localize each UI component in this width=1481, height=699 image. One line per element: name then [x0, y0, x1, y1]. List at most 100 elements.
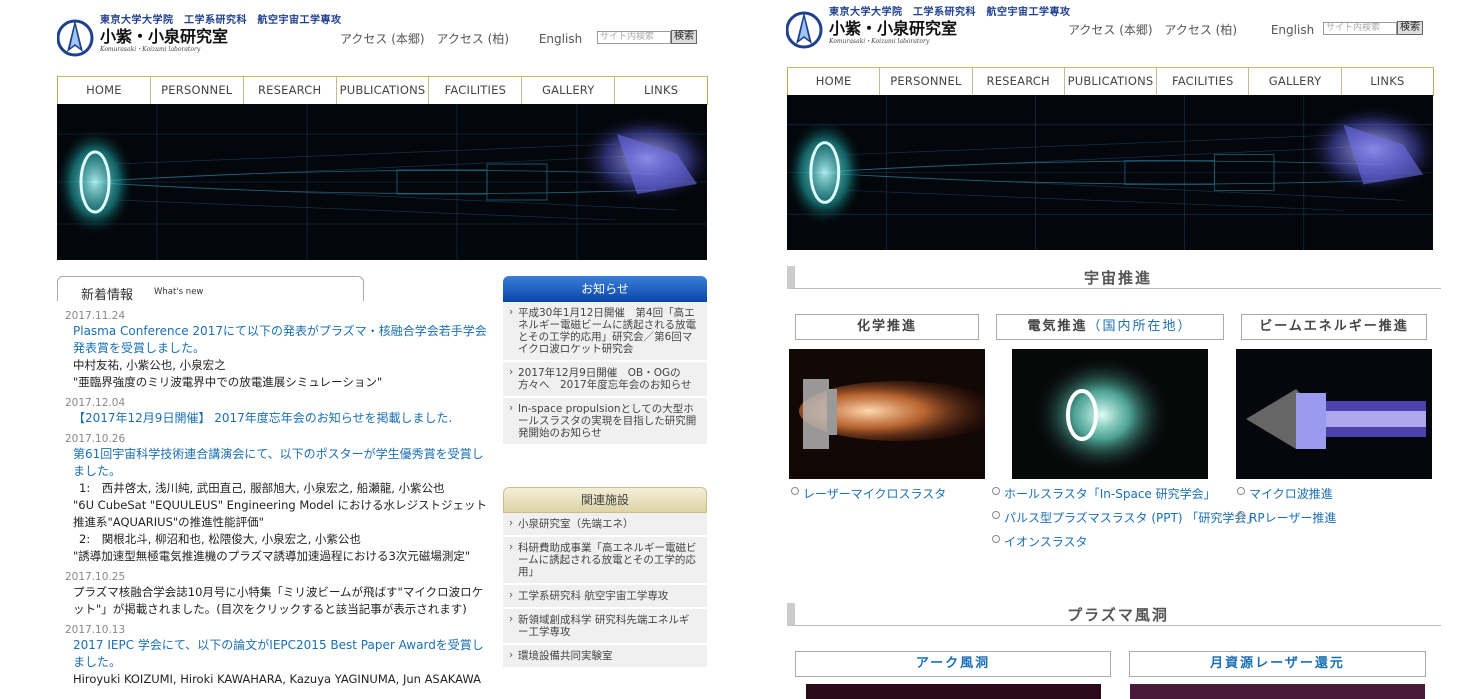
research-link[interactable]: パルス型プラズマスラスタ (PPT) 「研究学会」	[992, 509, 1258, 526]
nav-home[interactable]: HOME	[58, 77, 151, 104]
nav-research[interactable]: RESEARCH	[244, 77, 337, 104]
lab-emblem-icon	[785, 8, 826, 52]
access-kashiwa-link[interactable]: アクセス (柏)	[1164, 23, 1237, 37]
news-date: 2017.12.04	[65, 397, 126, 409]
category-label: 化学推進	[856, 319, 917, 334]
research-link[interactable]: イオンスラスタ	[992, 533, 1088, 550]
news-date: 2017.10.13	[65, 624, 126, 636]
related-title: 関連施設	[503, 487, 707, 513]
bullet-icon	[1237, 487, 1245, 495]
research-link[interactable]: レーザーマイクロスラスタ	[791, 485, 946, 502]
news-text: 1: 西井啓太, 浅川純, 武田直己, 服部旭大, 小泉宏之, 船瀬龍, 小紫公…	[79, 481, 445, 495]
category-label: アーク風洞	[915, 656, 991, 671]
news-text: "亜臨界強度のミリ波電界中での放電進展シミュレーション"	[73, 375, 383, 389]
section-space-propulsion: 宇宙推進	[787, 266, 1441, 289]
nav-gallery[interactable]: GALLERY	[1249, 68, 1342, 95]
nav-facilities[interactable]: FACILITIES	[1157, 68, 1250, 95]
left-page-view: 東京大学大学院 工学系研究科 航空宇宙工学専攻 小紫・小泉研究室 Komuras…	[0, 0, 740, 699]
nav-links[interactable]: LINKS	[1342, 68, 1433, 95]
nav-links[interactable]: LINKS	[615, 77, 707, 104]
hero-banner	[787, 95, 1433, 250]
category-label: 電気推進	[1027, 319, 1088, 334]
news-text[interactable]: プラズマ核融合学会誌10月号に小特集「ミリ波ビームが飛ばす"マイクロ波ロケット"…	[65, 584, 490, 618]
section-title: プラズマ風洞	[1067, 606, 1169, 624]
bullet-icon	[992, 511, 1000, 519]
logo-roman: Komurasaki・Koizumi laboratory	[829, 38, 930, 45]
section-title: 宇宙推進	[1083, 269, 1152, 287]
news-date: 2017.10.25	[65, 571, 126, 583]
search-input[interactable]: サイト内検索	[597, 30, 671, 44]
whats-new-tab: 新着情報 What's new	[57, 276, 364, 303]
category-chemical: 化学推進	[795, 314, 979, 340]
news-text: "6U CubeSat "EQUULEUS" Engineering Model…	[73, 498, 487, 529]
category-electric: 電気推進（国内所在地）	[996, 314, 1224, 340]
news-link[interactable]: 第61回宇宙科学技術連合講演会にて、以下のポスターが学生優秀賞を受賞しました。	[65, 446, 490, 480]
site-search: サイト内検索 検索	[1323, 21, 1423, 35]
nav-facilities[interactable]: FACILITIES	[429, 77, 523, 104]
category-arc-wind-tunnel[interactable]: アーク風洞	[795, 651, 1111, 677]
category-beam: ビームエネルギー推進	[1241, 314, 1427, 340]
logo-title: 小紫・小泉研究室	[100, 27, 229, 46]
lab-logo[interactable]: 東京大学大学院 工学系研究科 航空宇宙工学専攻 小紫・小泉研究室 Komuras…	[56, 15, 342, 60]
news-text: "誘導加速型無極電気推進機のプラズマ誘導加速過程における3次元磁場測定"	[73, 549, 471, 563]
category-label: 月資源レーザー還元	[1210, 656, 1345, 671]
logo-subtitle: 東京大学大学院 工学系研究科 航空宇宙工学専攻	[100, 15, 342, 26]
nav-home[interactable]: HOME	[788, 68, 881, 95]
access-hongo-link[interactable]: アクセス (本郷)	[1068, 23, 1153, 37]
bullet-icon	[1237, 511, 1245, 519]
bullet-icon	[791, 487, 799, 495]
nav-personnel[interactable]: PERSONNEL	[880, 68, 973, 95]
nav-publications[interactable]: PUBLICATIONS	[1065, 68, 1158, 95]
related-item[interactable]: 小泉研究室（先端エネ）	[503, 513, 707, 537]
nav-publications[interactable]: PUBLICATIONS	[337, 77, 430, 104]
logo-roman: Komurasaki・Koizumi laboratory	[100, 46, 201, 53]
news-text: Hiroyuki KOIZUMI, Hiroki KAWAHARA, Kazuy…	[73, 672, 481, 686]
notice-item[interactable]: 2017年12月9日開催 OB・OGの方々へ 2017年度忘年会のお知らせ	[503, 362, 707, 398]
search-button[interactable]: 検索	[671, 30, 697, 44]
news-link[interactable]: Plasma Conference 2017にて以下の発表がプラズマ・核融合学会…	[65, 323, 490, 357]
news-link[interactable]: 【2017年12月9日開催】 2017年度忘年会のお知らせを掲載しました.	[65, 410, 490, 427]
related-box: 関連施設 小泉研究室（先端エネ） 科研費助成事業「高エネルギー電磁ビームに誘起さ…	[503, 487, 707, 669]
news-text: 中村友祐, 小紫公也, 小泉宏之	[73, 358, 226, 372]
nav-research[interactable]: RESEARCH	[973, 68, 1065, 95]
notice-box: お知らせ 平成30年1月12日開催 第4回「高エネルギー電磁ビームに誘起される放…	[503, 276, 707, 446]
arc-wind-tunnel-photo[interactable]	[806, 684, 1101, 699]
news-text: 2: 関根北斗, 柳沼和也, 松隈俊大, 小泉宏之, 小紫公也	[79, 532, 361, 546]
chemical-thruster-photo[interactable]	[789, 349, 985, 479]
english-link[interactable]: English	[1271, 23, 1314, 37]
site-search: サイト内検索 検索	[597, 30, 697, 44]
hall-thruster-photo[interactable]	[1012, 349, 1208, 479]
related-item[interactable]: 科研費助成事業「高エネルギー電磁ビームに誘起される放電とその工学的応用」	[503, 537, 707, 585]
related-item[interactable]: 新領域創成科学 研究科先端エネルギー工学専攻	[503, 609, 707, 645]
research-link[interactable]: ホールスラスタ「In-Space 研究学会」	[992, 485, 1216, 502]
notice-title: お知らせ	[503, 276, 707, 302]
access-hongo-link[interactable]: アクセス (本郷)	[340, 32, 425, 46]
notice-item[interactable]: 平成30年1月12日開催 第4回「高エネルギー電磁ビームに誘起される放電とその工…	[503, 302, 707, 362]
news-link[interactable]: 2017 IEPC 学会にて、以下の論文がIEPC2015 Best Paper…	[65, 637, 490, 671]
news-date: 2017.11.24	[65, 310, 126, 322]
related-item[interactable]: 工学系研究科 航空宇宙工学専攻	[503, 585, 707, 609]
category-lunar-laser[interactable]: 月資源レーザー還元	[1129, 651, 1426, 677]
research-link[interactable]: RPレーザー推進	[1237, 509, 1336, 526]
beam-thruster-photo[interactable]	[1236, 349, 1432, 479]
nav-gallery[interactable]: GALLERY	[522, 77, 616, 104]
whats-new-subtitle: What's new	[154, 287, 204, 297]
research-link[interactable]: マイクロ波推進	[1237, 485, 1333, 502]
notice-item[interactable]: In-space propulsionとしての大型ホールスラスタの実現を目指した…	[503, 398, 707, 446]
search-input[interactable]: サイト内検索	[1323, 21, 1397, 35]
whats-new-title: 新着情報	[81, 288, 134, 303]
access-kashiwa-link[interactable]: アクセス (柏)	[436, 32, 509, 46]
lab-logo[interactable]: 東京大学大学院 工学系研究科 航空宇宙工学専攻 小紫・小泉研究室 Komuras…	[785, 8, 1071, 52]
related-item[interactable]: 環境設備共同実験室	[503, 645, 707, 669]
bullet-icon	[992, 487, 1000, 495]
logo-title: 小紫・小泉研究室	[829, 19, 958, 38]
nav-personnel[interactable]: PERSONNEL	[151, 77, 244, 104]
bullet-icon	[992, 535, 1000, 543]
news-date: 2017.10.26	[65, 433, 126, 445]
category-note[interactable]: （国内所在地）	[1088, 319, 1193, 334]
search-button[interactable]: 検索	[1397, 21, 1423, 35]
main-nav: HOME PERSONNEL RESEARCH PUBLICATIONS FAC…	[787, 67, 1434, 96]
category-label: ビームエネルギー推進	[1259, 319, 1409, 334]
english-link[interactable]: English	[539, 32, 582, 46]
lunar-laser-photo[interactable]	[1130, 684, 1425, 699]
